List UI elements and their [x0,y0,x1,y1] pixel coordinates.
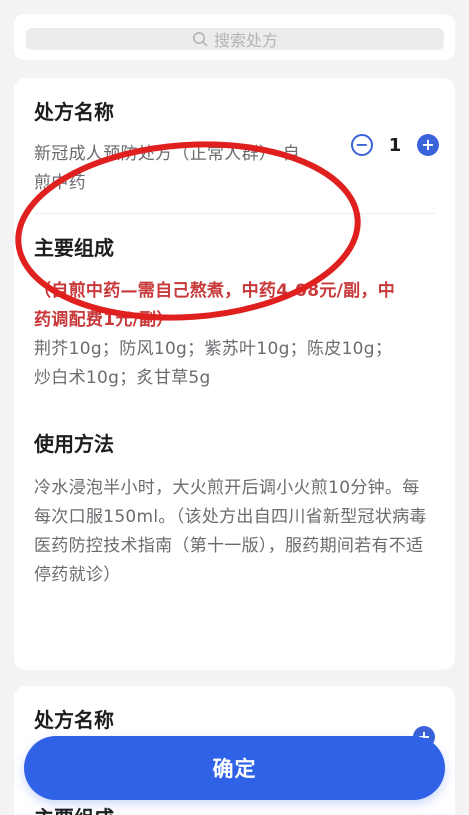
confirm-button[interactable]: 确定 [24,736,445,800]
search-input[interactable]: 搜索处方 [26,28,444,50]
usage-line: 停药就诊） [34,565,121,585]
composition-label: 主要组成 [34,802,114,815]
screen: 搜索处方 处方名称 新冠成人预防处方（正常人群）-自 煎中药 − 1 + 主要组… [0,0,469,815]
usage-line: 冷水浸泡半小时，大火煎开后调小火煎10分钟。每 [34,478,420,498]
search-icon [192,32,208,47]
search-card: 搜索处方 [14,14,455,60]
usage-clip: 冷水浸泡半小时，大火煎开后调小火煎10分钟。每 每次口服150ml。（该处方出自… [14,78,455,670]
usage-line: 每次口服150ml。（该处方出自四川省新型冠状病毒 [34,507,427,527]
usage-text: 冷水浸泡半小时，大火煎开后调小火煎10分钟。每 每次口服150ml。（该处方出自… [34,474,455,590]
prescription-name-label: 处方名称 [34,708,114,732]
usage-line: 医药防控技术指南（第十一版），服药期间若有不适 [34,536,424,556]
prescription-card: 处方名称 新冠成人预防处方（正常人群）-自 煎中药 − 1 + 主要组成 （自煎… [14,78,455,670]
confirm-label: 确定 [212,757,257,781]
search-placeholder: 搜索处方 [213,31,278,50]
